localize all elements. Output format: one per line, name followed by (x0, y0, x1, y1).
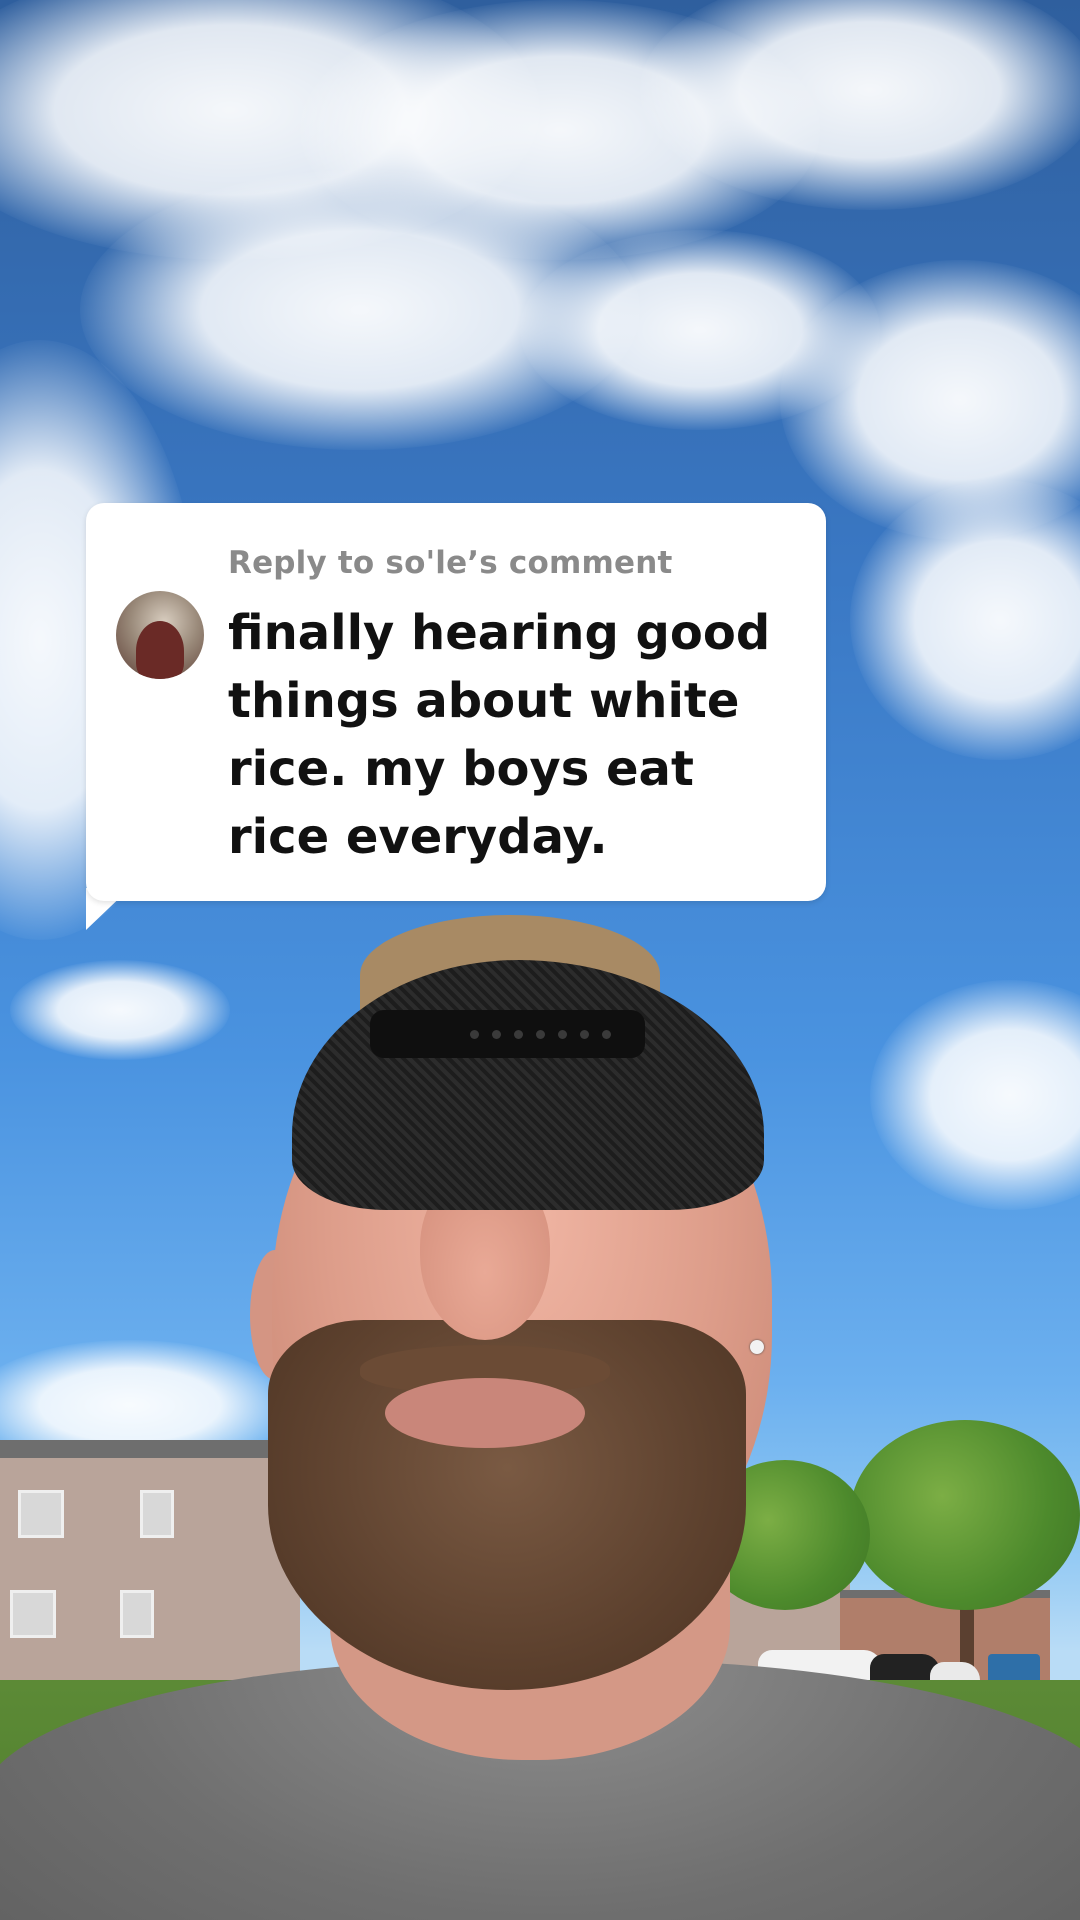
cloud (10, 960, 230, 1060)
cloud (870, 980, 1080, 1210)
building-window (120, 1590, 154, 1638)
avatar-figure (136, 621, 184, 679)
reply-header: Reply to so'le’s comment (228, 545, 673, 581)
apartment-building-left (0, 1440, 300, 1698)
commenter-avatar[interactable] (116, 591, 204, 679)
tree (850, 1420, 1080, 1610)
reply-comment-bubble[interactable]: Reply to so'le’s comment finally hearing… (86, 503, 826, 901)
video-frame[interactable]: Reply to so'le’s comment finally hearing… (0, 0, 1080, 1920)
earring (750, 1340, 764, 1354)
building-window (140, 1490, 174, 1538)
mouth (385, 1378, 585, 1448)
building-window (18, 1490, 64, 1538)
cap-strap (370, 1010, 645, 1058)
building-window (10, 1590, 56, 1638)
comment-text: finally hearing good things about white … (228, 605, 771, 865)
